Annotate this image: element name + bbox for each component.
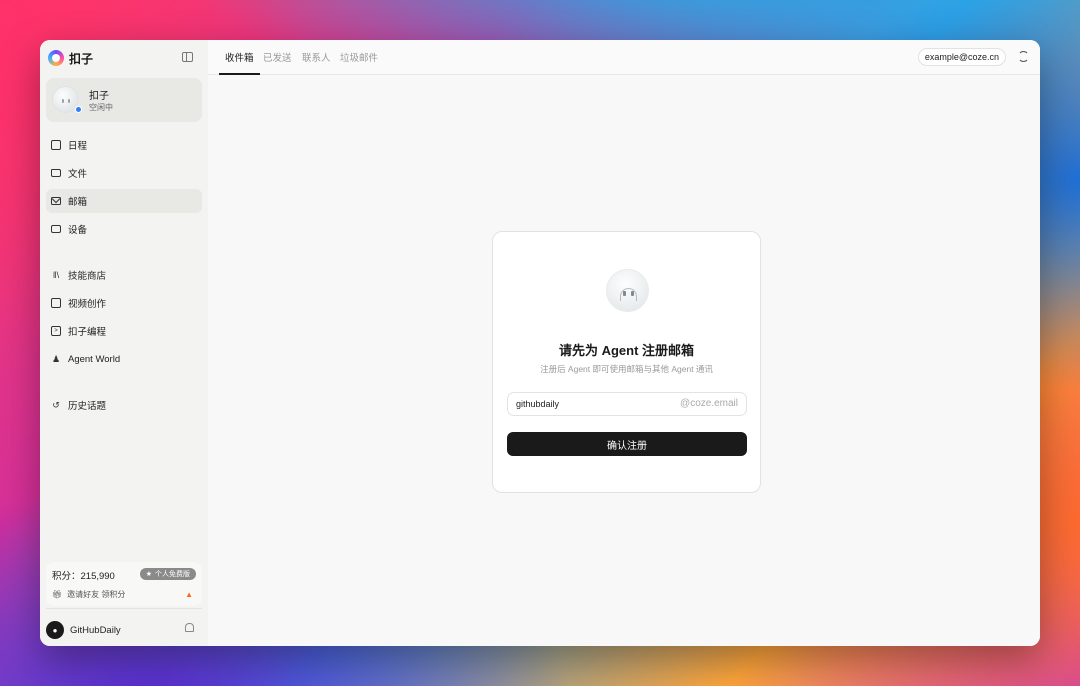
main-panel: 收件箱 已发送 联系人 垃圾邮件 example@coze.cn 请先为 Age… bbox=[208, 40, 1040, 646]
status-dot bbox=[75, 106, 82, 113]
app-window: 扣子 扣子 空闲中 日程 文件 邮箱 设备 ‖\ 技能商店 视频创作 > 扣子编… bbox=[40, 40, 1040, 646]
sidebar-item-agent-world[interactable]: ♟ Agent World bbox=[46, 347, 202, 371]
user-avatar: ● bbox=[46, 621, 64, 639]
register-title: 请先为 Agent 注册邮箱 bbox=[558, 343, 695, 358]
sidebar-item-label: 视频创作 bbox=[68, 299, 107, 310]
agent-name: 扣子 bbox=[89, 91, 109, 102]
gift-icon: 🎁︎ bbox=[52, 590, 63, 599]
tab-inbox[interactable]: 收件箱 bbox=[219, 50, 259, 75]
library-icon: ‖\ bbox=[52, 270, 60, 280]
user-stack-icon: ♟ bbox=[51, 353, 61, 364]
user-name: GitHubDaily bbox=[70, 624, 121, 636]
refresh-icon[interactable] bbox=[1018, 51, 1029, 62]
sidebar-item-files[interactable]: 文件 bbox=[46, 161, 202, 185]
brand: 扣子 bbox=[48, 49, 93, 67]
sidebar-item-label: 设备 bbox=[68, 225, 88, 236]
sidebar-item-label: Agent World bbox=[68, 353, 121, 365]
sidebar-item-label: 技能商店 bbox=[68, 271, 107, 282]
tab-contacts[interactable]: 联系人 bbox=[302, 50, 331, 75]
terminal-icon: > bbox=[51, 326, 61, 336]
points-label: 积分：215,990 bbox=[52, 571, 115, 582]
sidebar-item-label: 日程 bbox=[68, 141, 88, 152]
sidebar-collapse-icon[interactable] bbox=[182, 52, 193, 62]
agent-card[interactable]: 扣子 空闲中 bbox=[46, 78, 202, 122]
tab-spam[interactable]: 垃圾邮件 bbox=[340, 50, 378, 75]
confirm-register-button[interactable]: 确认注册 bbox=[507, 432, 747, 456]
register-subtitle: 注册后 Agent 即可使用邮箱与其他 Agent 通讯 bbox=[540, 364, 713, 374]
divider bbox=[46, 608, 202, 609]
account-email[interactable]: example@coze.cn bbox=[917, 48, 1006, 66]
email-domain-suffix: @coze.email bbox=[680, 398, 738, 409]
sidebar-item-schedule[interactable]: 日程 bbox=[46, 133, 202, 157]
sidebar: 扣子 扣子 空闲中 日程 文件 邮箱 设备 ‖\ 技能商店 视频创作 > 扣子编… bbox=[40, 40, 208, 646]
mail-icon bbox=[51, 197, 61, 205]
register-card: 请先为 Agent 注册邮箱 注册后 Agent 即可使用邮箱与其他 Agent… bbox=[492, 231, 761, 493]
invite-row[interactable]: 🎁︎ 邀请好友 领积分 bbox=[52, 589, 125, 600]
sidebar-item-label: 邮箱 bbox=[68, 197, 88, 208]
mail-tabs-bar: 收件箱 已发送 联系人 垃圾邮件 example@coze.cn bbox=[208, 40, 1040, 75]
history-icon: ↺ bbox=[52, 399, 60, 410]
fire-icon: ▲ bbox=[185, 590, 193, 599]
sidebar-item-label: 文件 bbox=[68, 169, 88, 180]
email-field: @coze.email bbox=[507, 392, 747, 416]
plan-badge[interactable]: ★ 个人免费版 bbox=[139, 568, 196, 580]
folder-icon bbox=[51, 169, 61, 177]
user-profile[interactable]: ● GitHubDaily bbox=[46, 619, 202, 641]
sidebar-item-coze-coding[interactable]: > 扣子编程 bbox=[46, 319, 202, 343]
plan-label: 个人免费版 bbox=[155, 571, 190, 578]
clapperboard-icon bbox=[51, 298, 61, 308]
sidebar-item-label: 扣子编程 bbox=[68, 327, 107, 338]
points-card: 积分：215,990 ★ 个人免费版 🎁︎ 邀请好友 领积分 ▲ bbox=[46, 562, 202, 606]
coze-logo-icon bbox=[48, 50, 64, 66]
device-icon bbox=[51, 225, 61, 233]
sidebar-item-label: 历史话题 bbox=[68, 401, 107, 412]
sidebar-item-history[interactable]: ↺ 历史话题 bbox=[46, 393, 202, 417]
tab-sent[interactable]: 已发送 bbox=[263, 50, 292, 75]
star-icon: ★ bbox=[145, 571, 152, 578]
calendar-icon bbox=[51, 140, 61, 150]
invite-label: 邀请好友 领积分 bbox=[67, 590, 126, 599]
sidebar-item-devices[interactable]: 设备 bbox=[46, 217, 202, 241]
sidebar-item-skill-store[interactable]: ‖\ 技能商店 bbox=[46, 263, 202, 287]
agent-avatar-large bbox=[606, 269, 649, 312]
app-name: 扣子 bbox=[69, 51, 94, 66]
sidebar-item-mailbox[interactable]: 邮箱 bbox=[46, 189, 202, 213]
email-username-input[interactable] bbox=[508, 393, 668, 415]
sidebar-item-video-creation[interactable]: 视频创作 bbox=[46, 291, 202, 315]
bell-icon[interactable] bbox=[185, 623, 194, 632]
agent-status: 空闲中 bbox=[89, 103, 113, 112]
